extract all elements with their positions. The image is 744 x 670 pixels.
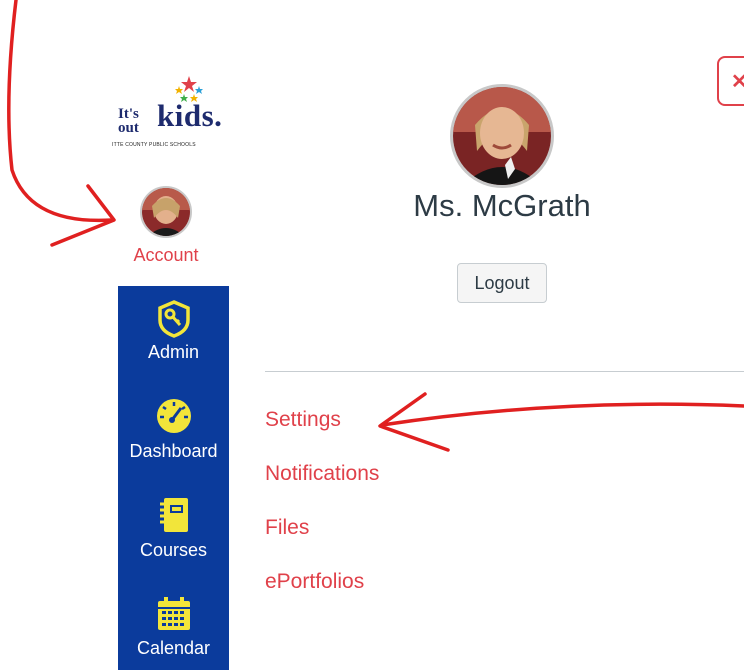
divider — [265, 371, 744, 372]
school-logo: It's out kids. ITTE COUNTY PUBLIC SCHOOLS — [112, 74, 230, 154]
nav-label-admin: Admin — [147, 342, 200, 362]
calendar-icon — [157, 597, 190, 630]
logo-subtitle: ITTE COUNTY PUBLIC SCHOOLS — [112, 142, 196, 148]
notifications-link[interactable]: Notifications — [265, 462, 379, 486]
close-tray-button[interactable]: ✕ — [717, 56, 744, 106]
profile-avatar — [450, 84, 554, 188]
eportfolios-link[interactable]: ePortfolios — [265, 570, 364, 594]
avatar — [140, 186, 192, 238]
courses-book-icon — [159, 498, 188, 532]
sidebar-item-account[interactable]: Account — [118, 186, 214, 266]
logout-button[interactable]: Logout — [457, 263, 547, 303]
global-nav: Admin Dashboard Courses Calendar — [118, 286, 229, 670]
logo-brand-text: kids. — [157, 98, 223, 133]
sidebar-item-courses[interactable]: Courses — [118, 496, 229, 561]
account-label: Account — [133, 245, 199, 265]
sidebar-item-calendar[interactable]: Calendar — [118, 596, 229, 659]
nav-label-calendar: Calendar — [136, 638, 211, 658]
settings-link[interactable]: Settings — [265, 408, 341, 432]
dashboard-gauge-icon — [156, 399, 191, 433]
profile-name: Ms. McGrath — [413, 188, 591, 223]
nav-label-courses: Courses — [139, 540, 208, 560]
nav-label-dashboard: Dashboard — [129, 441, 218, 461]
sidebar-item-admin[interactable]: Admin — [118, 300, 229, 363]
files-link[interactable]: Files — [265, 516, 309, 540]
sidebar-item-dashboard[interactable]: Dashboard — [118, 397, 229, 462]
logo-its-text: It's out — [118, 106, 139, 136]
shield-key-icon — [157, 300, 190, 338]
